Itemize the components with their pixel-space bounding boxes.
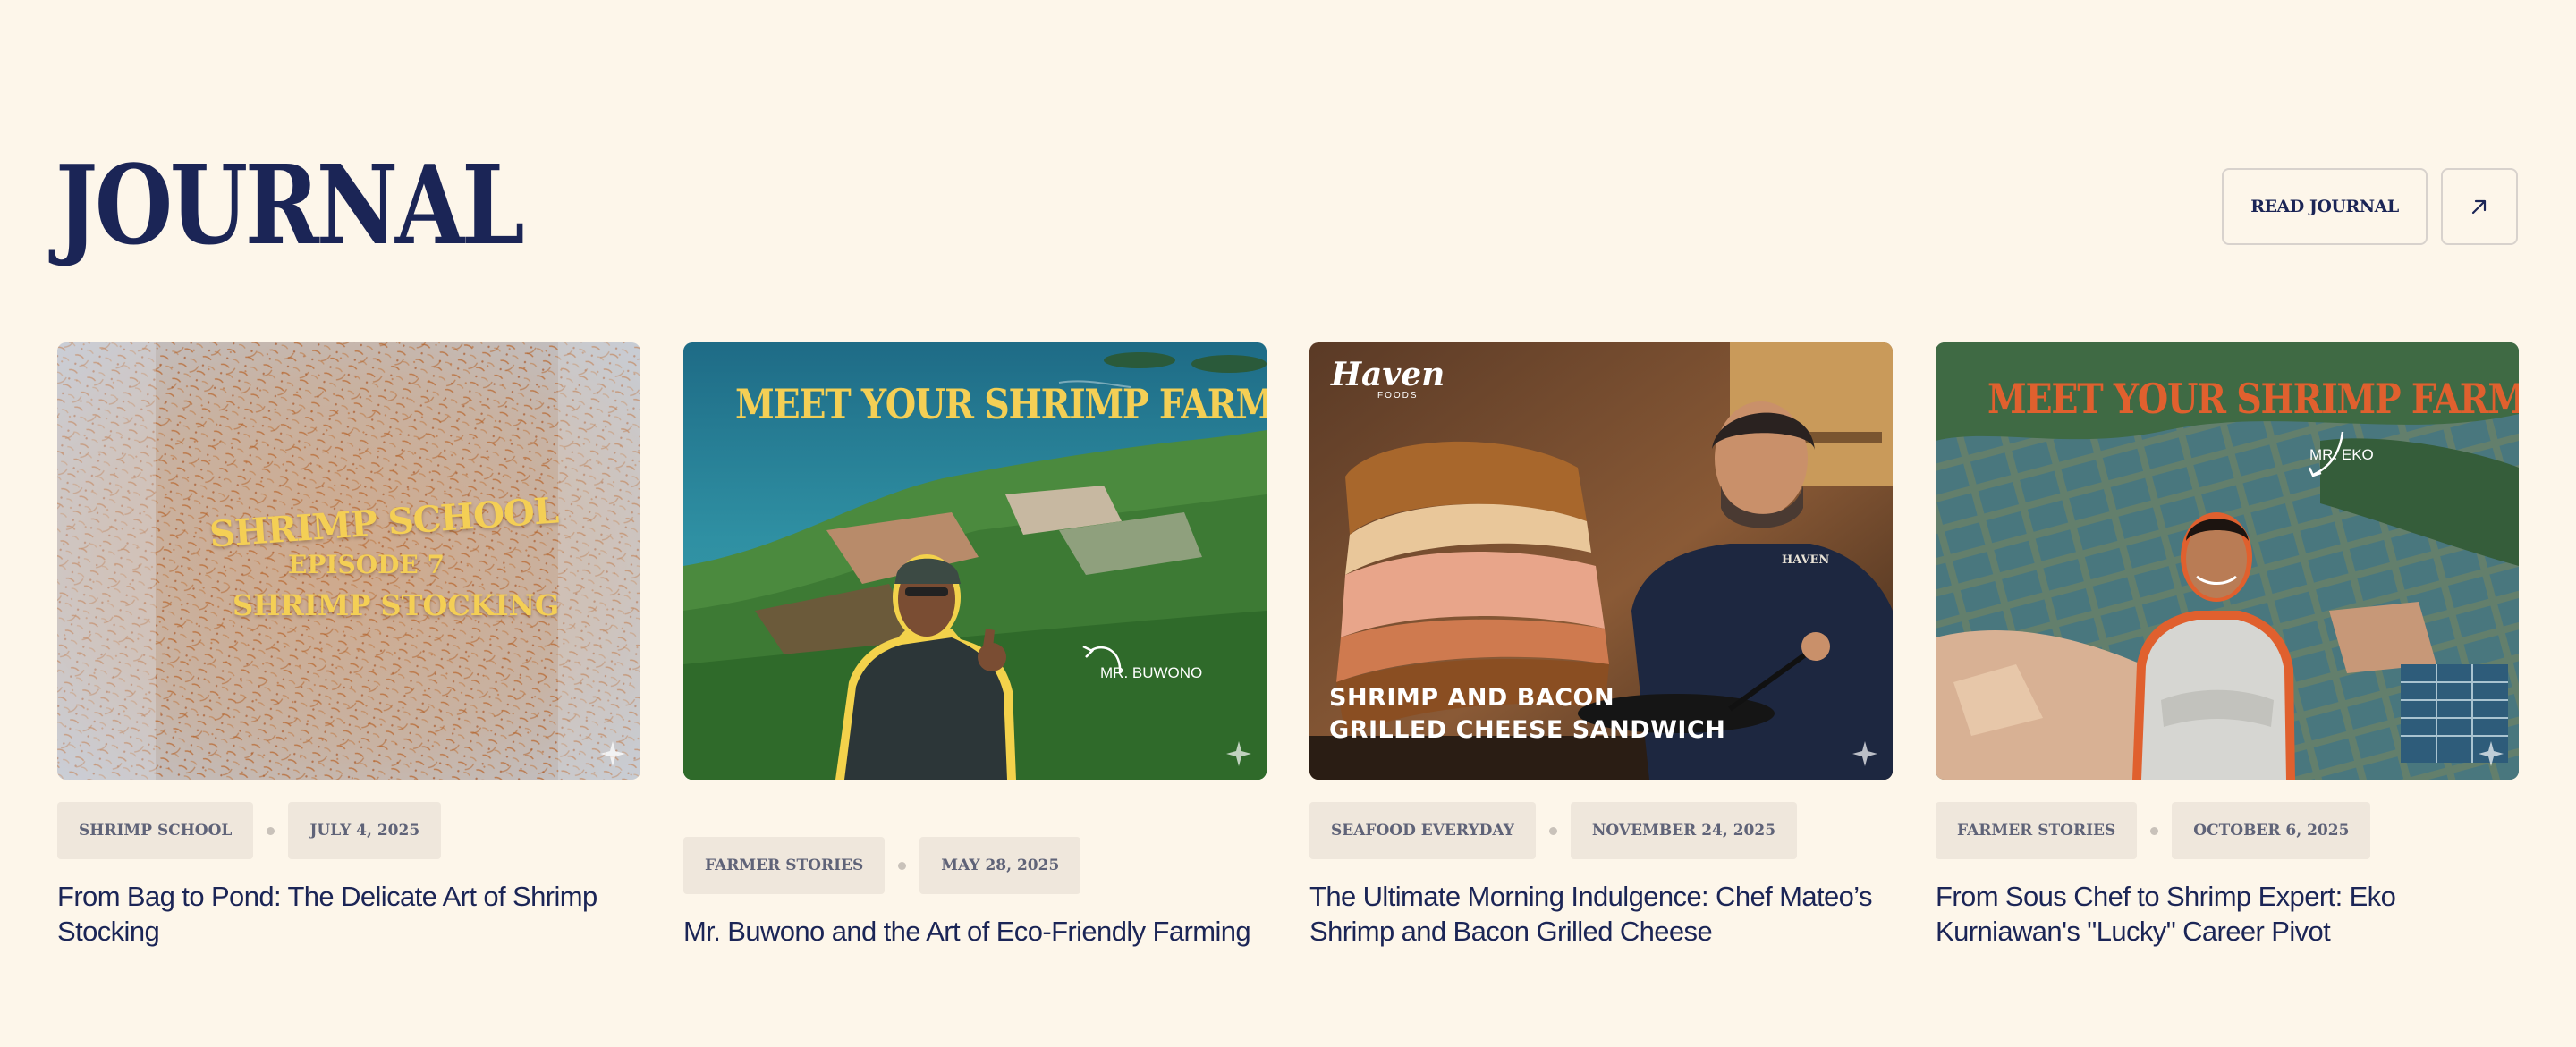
farmer-name-label: MR. EKO [2309,446,2374,463]
card-title[interactable]: From Bag to Pond: The Delicate Art of Sh… [57,879,640,949]
arrow-up-right-icon [2471,199,2487,215]
date-tag: NOVEMBER 24, 2025 [1570,802,1798,859]
sparkle-icon [1226,741,1251,766]
date-tag: OCTOBER 6, 2025 [2172,802,2371,859]
card-meta: FARMER STORIES MAY 28, 2025 [683,837,1081,894]
card-meta: SHRIMP SCHOOL JULY 4, 2025 [57,802,442,859]
section-title: JOURNAL [55,140,525,269]
haven-foods-logo: Haven FOODS [1331,356,1445,401]
read-journal-button[interactable]: READ JOURNAL [2222,168,2428,245]
image-subheading: EPISODE 7 [288,550,445,579]
image-subheading: GRILLED CHEESE SANDWICH [1329,716,1726,744]
image-heading: MEET YOUR SHRIMP FARMER [735,380,1267,428]
card-image[interactable]: MEET YOUR SHRIMP FARMER MR. BUWONO [683,342,1267,780]
journal-card[interactable]: SHRIMP SCHOOL EPISODE 7 SHRIMP STOCKING … [57,342,640,947]
category-tag[interactable]: SEAFOOD EVERYDAY [1309,802,1536,859]
journal-card[interactable]: MEET YOUR SHRIMP FARMER MR. BUWONO FARME… [683,342,1267,947]
image-heading: SHRIMP AND BACON [1329,684,1615,712]
category-tag[interactable]: FARMER STORIES [1936,802,2138,859]
date-tag: MAY 28, 2025 [919,837,1081,894]
category-tag[interactable]: SHRIMP SCHOOL [57,802,254,859]
separator-dot [2150,826,2159,835]
separator-dot [1548,826,1557,835]
card-title[interactable]: The Ultimate Morning Indulgence: Chef Ma… [1309,879,1893,949]
farmer-name-label: MR. BUWONO [1100,664,1203,681]
sparkle-icon [600,741,625,766]
image-heading: MEET YOUR SHRIMP FARMER [1987,375,2519,423]
card-image[interactable]: Haven FOODS HAVEN SHRIMP AND BACON GRILL… [1309,342,1893,780]
journal-card[interactable]: MEET YOUR SHRIMP FARMER MR. EKO FARMER S… [1936,342,2519,947]
card-meta: FARMER STORIES OCTOBER 6, 2025 [1936,802,2371,859]
separator-dot [898,861,907,870]
card-title[interactable]: From Sous Chef to Shrimp Expert: Eko Kur… [1936,879,2519,949]
image-caption: SHRIMP STOCKING [233,588,560,622]
open-journal-button[interactable] [2441,168,2518,245]
sparkle-icon [1852,741,1877,766]
journal-card[interactable]: Haven FOODS HAVEN SHRIMP AND BACON GRILL… [1309,342,1893,947]
sparkle-icon [2479,741,2504,766]
card-meta: SEAFOOD EVERYDAY NOVEMBER 24, 2025 [1309,802,1798,859]
journal-section: JOURNAL READ JOURNAL SHRIMP SCHOOL EPISO… [0,0,2576,1047]
card-image[interactable]: SHRIMP SCHOOL EPISODE 7 SHRIMP STOCKING [57,342,640,780]
separator-dot [267,826,275,835]
hoodie-logo-text: HAVEN [1782,553,1830,567]
card-image[interactable]: MEET YOUR SHRIMP FARMER MR. EKO [1936,342,2519,780]
category-tag[interactable]: FARMER STORIES [683,837,886,894]
date-tag: JULY 4, 2025 [288,802,442,859]
card-title[interactable]: Mr. Buwono and the Art of Eco-Friendly F… [683,914,1267,949]
